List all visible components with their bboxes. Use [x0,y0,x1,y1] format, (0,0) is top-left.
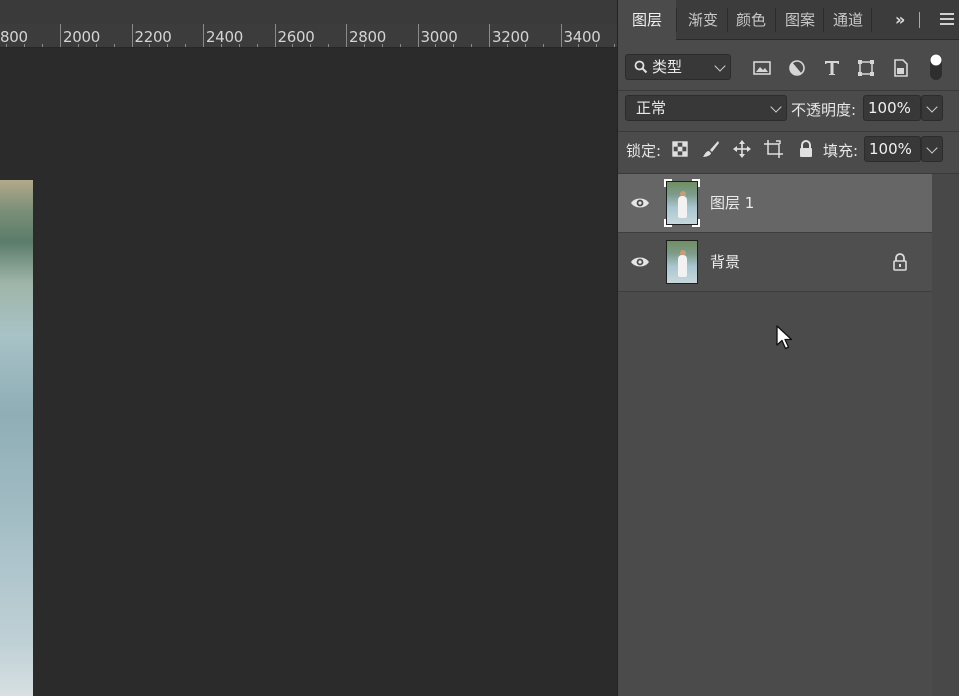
ruler-minor-tick [363,44,365,47]
fill-dropdown[interactable] [921,136,943,162]
document-tab-strip [0,0,618,24]
ruler-minor-tick [24,44,26,47]
ruler-minor-tick [95,44,97,47]
ruler-major-tick [489,24,490,47]
ruler-major-tick [60,24,61,47]
layer-row-layer-1[interactable]: 图层 1 [618,174,932,232]
ruler-label: 2600 [277,28,315,46]
ruler-minor-tick [453,44,455,47]
layers-scrollbar[interactable] [932,174,959,696]
lock-transparent-icon[interactable] [669,138,691,160]
ruler-minor-tick [381,44,383,47]
ruler-minor-tick [167,44,169,47]
ruler-minor-tick [238,44,240,47]
layer-row-background[interactable]: 背景 [618,233,932,291]
ruler-minor-tick [596,44,598,47]
ruler-minor-tick [6,44,8,47]
mouse-cursor-icon [776,325,793,350]
opacity-input[interactable]: 100% [863,95,921,121]
eye-icon[interactable] [630,253,650,271]
fill-input[interactable]: 100% [864,136,921,162]
tab-color[interactable]: 颜色 [729,0,773,40]
ruler-minor-tick [542,44,544,47]
filter-toggle-icon[interactable] [926,52,946,82]
ruler-major-tick [346,24,347,47]
layer-lock-icon[interactable] [891,252,909,272]
ruler-minor-tick [42,44,44,47]
adjustment-filter-icon[interactable] [786,57,808,79]
ruler-minor-tick [578,44,580,47]
search-icon [634,60,648,74]
blend-mode-value: 正常 [636,99,667,117]
image-filter-icon[interactable] [751,57,773,79]
layer-name: 图层 1 [710,194,755,212]
opacity-label: 不透明度: [791,101,857,119]
ruler-minor-tick [328,44,330,47]
more-tabs-icon[interactable]: » [895,0,905,40]
ruler-major-tick [417,24,419,47]
ruler-minor-tick [185,44,187,47]
fill-label: 填充: [823,142,859,160]
ruler-major-tick [203,24,204,47]
ruler-label: 2200 [134,28,172,46]
ruler-label: 2000 [63,28,100,46]
layer-name: 背景 [710,253,741,271]
blend-mode-select[interactable]: 正常 [625,95,787,121]
layer-thumbnail [666,240,698,284]
ruler-label: 3400 [563,28,601,46]
filter-kind-label: 类型 [652,58,683,76]
text-filter-icon[interactable] [821,57,843,79]
ruler-minor-tick [399,44,401,47]
ruler-minor-tick [77,44,79,47]
ruler-minor-tick [524,44,526,47]
ruler-minor-tick [220,44,222,47]
panel-menu-icon[interactable] [940,13,954,27]
ruler-minor-tick [292,44,294,47]
ruler-minor-tick [149,44,151,47]
ruler-major-tick [274,24,276,47]
ruler-label: 2800 [349,28,386,46]
horizontal-ruler[interactable]: 800 2000 2200 2400 2600 2800 3000 3200 3400 [0,24,618,48]
lock-all-icon[interactable] [795,138,817,160]
document-canvas[interactable] [0,48,617,696]
ruler-major-tick [560,24,562,47]
ruler-minor-tick [506,44,508,47]
ruler-minor-tick [113,44,115,47]
ruler-major-tick [131,24,133,47]
opacity-dropdown[interactable] [921,95,943,121]
ruler-minor-tick [614,44,616,47]
tab-gradients[interactable]: 渐变 [681,0,725,40]
shape-filter-icon[interactable] [855,57,877,79]
ruler-label: 3200 [492,28,529,46]
ruler-minor-tick [310,44,312,47]
lock-artboard-icon[interactable] [763,138,785,160]
lock-label: 锁定: [626,142,662,160]
tab-patterns[interactable]: 图案 [777,0,823,40]
lock-position-icon[interactable] [731,138,753,160]
tab-layers[interactable]: 图层 [618,0,676,41]
lock-image-icon[interactable] [700,138,722,160]
ruler-minor-tick [435,44,437,47]
ruler-minor-tick [256,44,258,47]
tab-channels[interactable]: 通道 [825,0,871,40]
canvas-photo [0,180,33,696]
smart-object-filter-icon[interactable] [890,57,912,79]
ruler-label: 2400 [206,28,243,46]
eye-icon[interactable] [630,194,650,212]
ruler-label: 3000 [420,28,458,46]
ruler-minor-tick [471,44,473,47]
panel-tab-bar: 图层 渐变 颜色 图案 通道 » [618,0,959,41]
filter-kind-select[interactable]: 类型 [625,54,731,80]
